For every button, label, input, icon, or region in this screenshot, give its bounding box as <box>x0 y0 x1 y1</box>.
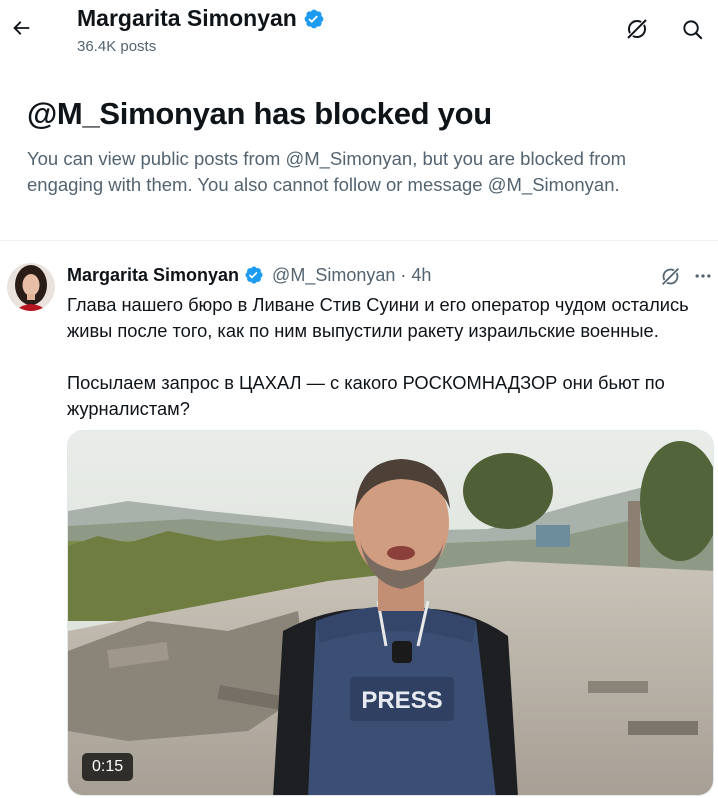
tweet-paragraph: Посылаем запрос в ЦАХАЛ — с какого РОСКО… <box>67 372 665 419</box>
header-title: Margarita Simonyan <box>77 5 325 32</box>
tweet-paragraph: Глава нашего бюро в Ливане Стив Суини и … <box>67 294 689 341</box>
profile-header: Margarita Simonyan 36.4K posts <box>0 0 718 66</box>
posts-count: 36.4K posts <box>77 38 157 55</box>
tweet-header: Margarita Simonyan @M_Simonyan · 4h <box>67 263 431 287</box>
arrow-left-icon <box>13 21 30 35</box>
video-duration: 0:15 <box>82 753 134 781</box>
back-button[interactable] <box>6 13 36 43</box>
header-name-text: Margarita Simonyan <box>77 5 297 31</box>
grok-tweet-button[interactable] <box>655 262 685 290</box>
grok-icon <box>661 267 679 285</box>
blocked-description: You can view public posts from @M_Simony… <box>27 148 627 195</box>
more-button[interactable] <box>688 262 718 290</box>
tweet-timestamp[interactable]: 4h <box>411 265 431 286</box>
verified-badge-icon <box>304 9 324 28</box>
blocked-title: @M_Simonyan has blocked you <box>27 96 492 131</box>
search-button[interactable] <box>677 14 707 44</box>
grok-button[interactable] <box>622 14 652 44</box>
video-thumbnail: PRESS <box>68 431 713 795</box>
video-player[interactable]: PRESS 0:15 <box>67 430 714 796</box>
tweet-separator: · <box>400 264 407 285</box>
tweet-text: Глава нашего бюро в Ливане Стив Суини и … <box>67 292 697 422</box>
grok-icon <box>627 19 647 39</box>
tweet-handle[interactable]: @M_Simonyan <box>272 265 395 286</box>
search-icon <box>682 19 702 39</box>
verified-badge-icon <box>245 266 263 284</box>
divider <box>0 240 718 241</box>
avatar-image <box>7 263 55 311</box>
tweet-author-name[interactable]: Margarita Simonyan <box>67 265 239 286</box>
avatar[interactable] <box>7 263 55 311</box>
vest-label: PRESS <box>361 687 442 714</box>
more-dots-icon <box>695 274 711 278</box>
